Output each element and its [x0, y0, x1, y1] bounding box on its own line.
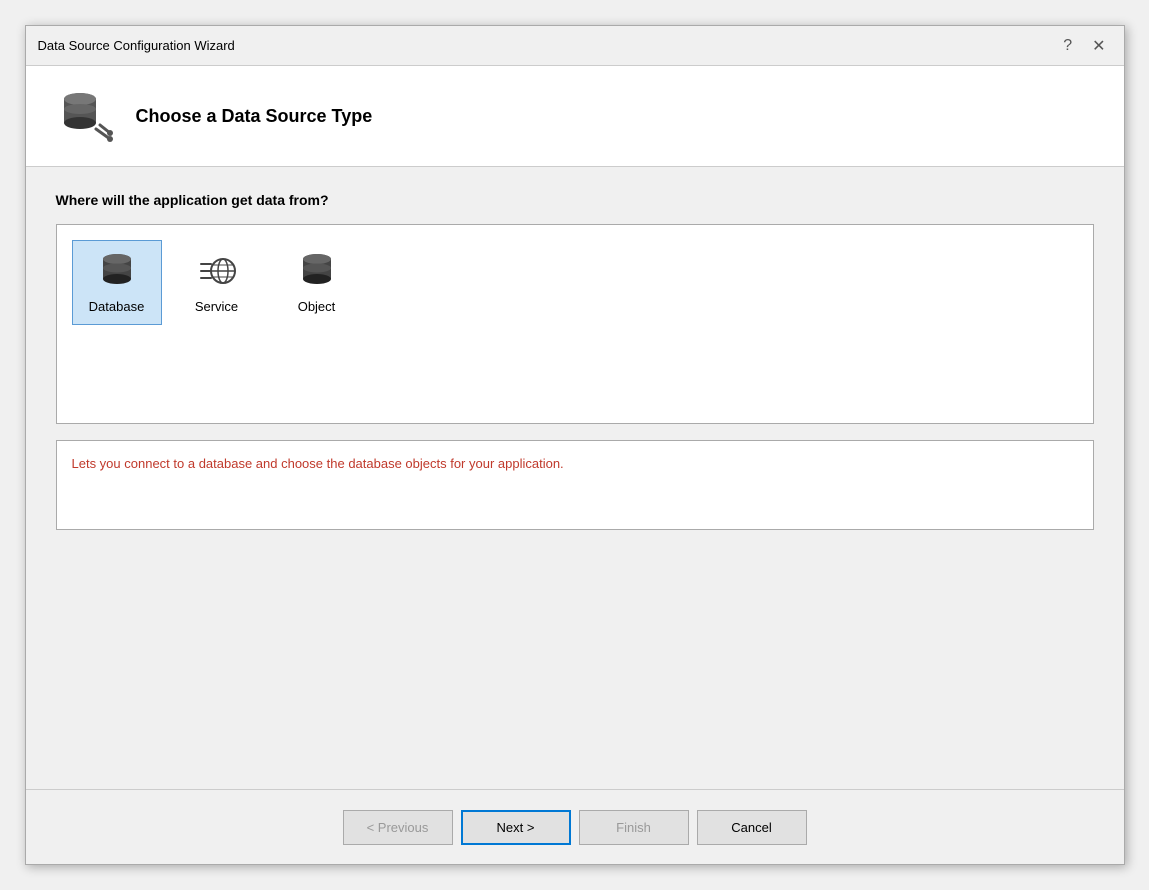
datasource-item-database[interactable]: Database: [72, 240, 162, 325]
dialog-window: Data Source Configuration Wizard ? ✕: [25, 25, 1125, 865]
header-database-icon: [58, 89, 113, 144]
close-button[interactable]: ✕: [1086, 34, 1111, 58]
question-label: Where will the application get data from…: [56, 192, 1094, 208]
previous-button[interactable]: < Previous: [343, 810, 453, 845]
description-box: Lets you connect to a database and choos…: [56, 440, 1094, 530]
cancel-button[interactable]: Cancel: [697, 810, 807, 845]
content-area: Where will the application get data from…: [26, 167, 1124, 789]
help-button[interactable]: ?: [1057, 35, 1078, 57]
finish-button[interactable]: Finish: [579, 810, 689, 845]
title-bar-right: ? ✕: [1057, 34, 1111, 58]
service-icon: [197, 251, 237, 291]
header-section: Choose a Data Source Type: [26, 66, 1124, 167]
database-label: Database: [89, 299, 145, 314]
header-icon: [56, 86, 116, 146]
object-icon: [297, 251, 337, 291]
title-bar-left: Data Source Configuration Wizard: [38, 38, 235, 53]
dialog-title: Data Source Configuration Wizard: [38, 38, 235, 53]
description-text: Lets you connect to a database and choos…: [72, 456, 1078, 471]
object-label: Object: [298, 299, 336, 314]
title-bar: Data Source Configuration Wizard ? ✕: [26, 26, 1124, 66]
header-title: Choose a Data Source Type: [136, 106, 373, 127]
next-button[interactable]: Next >: [461, 810, 571, 845]
datasource-selection-box: Database Service: [56, 224, 1094, 424]
service-label: Service: [195, 299, 238, 314]
database-icon: [97, 251, 137, 291]
footer-section: < Previous Next > Finish Cancel: [26, 789, 1124, 864]
datasource-item-service[interactable]: Service: [172, 240, 262, 325]
datasource-item-object[interactable]: Object: [272, 240, 362, 325]
